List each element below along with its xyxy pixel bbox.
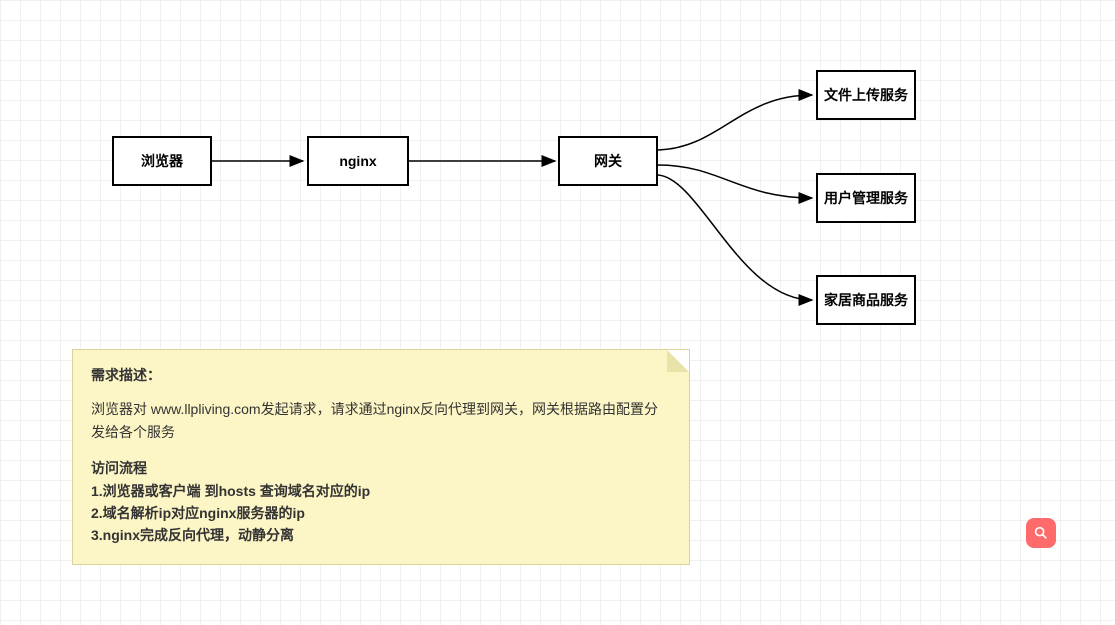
note-step-2: 2.域名解析ip对应nginx服务器的ip <box>91 502 671 524</box>
search-button[interactable] <box>1026 518 1056 548</box>
node-gateway-label: 网关 <box>594 151 622 171</box>
node-user-mgmt-label: 用户管理服务 <box>824 188 908 208</box>
note-step-1: 1.浏览器或客户端 到hosts 查询域名对应的ip <box>91 480 671 502</box>
node-nginx[interactable]: nginx <box>307 136 409 186</box>
node-home-goods-label: 家居商品服务 <box>824 290 908 310</box>
node-nginx-label: nginx <box>339 153 376 169</box>
node-browser-label: 浏览器 <box>141 151 183 171</box>
note-description: 浏览器对 www.llpliving.com发起请求，请求通过nginx反向代理… <box>91 398 671 443</box>
note-subtitle: 访问流程 <box>91 457 671 479</box>
node-browser[interactable]: 浏览器 <box>112 136 212 186</box>
note-title: 需求描述： <box>91 364 671 386</box>
node-gateway[interactable]: 网关 <box>558 136 658 186</box>
node-home-goods[interactable]: 家居商品服务 <box>816 275 916 325</box>
requirements-note[interactable]: 需求描述： 浏览器对 www.llpliving.com发起请求，请求通过ngi… <box>72 349 690 565</box>
node-user-mgmt[interactable]: 用户管理服务 <box>816 173 916 223</box>
note-step-3: 3.nginx完成反向代理，动静分离 <box>91 524 671 546</box>
node-file-upload-label: 文件上传服务 <box>824 85 908 105</box>
search-icon <box>1033 525 1049 541</box>
node-file-upload[interactable]: 文件上传服务 <box>816 70 916 120</box>
